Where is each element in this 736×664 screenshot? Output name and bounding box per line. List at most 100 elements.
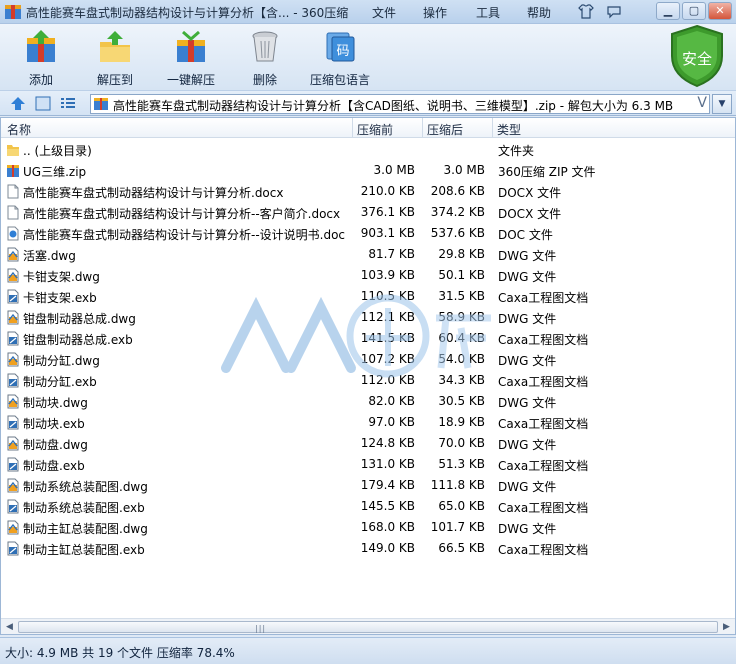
file-row[interactable]: 钳盘制动器总成.exb 141.5 KB 60.4 KB Caxa工程图文档 bbox=[1, 328, 735, 349]
file-compressed-size: 374.2 KB bbox=[430, 205, 485, 219]
doc-file-icon bbox=[7, 205, 19, 220]
file-size: 179.4 KB bbox=[360, 478, 415, 492]
exb-file-icon bbox=[7, 289, 19, 304]
file-row[interactable]: 活塞.dwg 81.7 KB 29.8 KB DWG 文件 bbox=[1, 244, 735, 265]
file-type: 360压缩 ZIP 文件 bbox=[498, 165, 596, 179]
exb-file-icon bbox=[7, 499, 19, 514]
extract-to-button[interactable]: 解压到 bbox=[79, 30, 151, 88]
column-name[interactable]: 名称 bbox=[7, 121, 31, 138]
file-name: 制动系统总装配图.exb bbox=[23, 501, 145, 515]
exb-file-icon bbox=[7, 541, 19, 556]
file-type: Caxa工程图文档 bbox=[498, 417, 589, 431]
file-row[interactable]: 钳盘制动器总成.dwg 112.1 KB 58.9 KB DWG 文件 bbox=[1, 307, 735, 328]
path-menu-button[interactable]: ▼ bbox=[712, 94, 732, 114]
title-bar: 高性能赛车盘式制动器结构设计与计算分析【含... - 360压缩 文件 操作 工… bbox=[0, 0, 736, 24]
one-click-extract-label: 一键解压 bbox=[166, 73, 215, 87]
zip-file-icon bbox=[7, 165, 19, 177]
menu-file[interactable]: 文件 bbox=[372, 4, 396, 21]
path-dropdown-icon[interactable]: V bbox=[697, 95, 707, 111]
exb-file-icon bbox=[7, 457, 19, 472]
file-row[interactable]: 制动系统总装配图.dwg 179.4 KB 111.8 KB DWG 文件 bbox=[1, 475, 735, 496]
file-compressed-size: 101.7 KB bbox=[430, 520, 485, 534]
menu-help[interactable]: 帮助 bbox=[527, 4, 551, 21]
file-compressed-size: 70.0 KB bbox=[438, 436, 485, 450]
file-name: 制动分缸.exb bbox=[23, 375, 97, 389]
file-compressed-size: 3.0 MB bbox=[443, 163, 485, 177]
exb-file-icon bbox=[7, 373, 19, 388]
menu-operation[interactable]: 操作 bbox=[423, 4, 447, 21]
file-type: DOCX 文件 bbox=[498, 186, 562, 200]
file-size: 112.1 KB bbox=[360, 310, 415, 324]
column-size[interactable]: 压缩前 bbox=[357, 121, 393, 138]
file-row[interactable]: 制动系统总装配图.exb 145.5 KB 65.0 KB Caxa工程图文档 bbox=[1, 496, 735, 517]
file-row[interactable]: 高性能赛车盘式制动器结构设计与计算分析--设计说明书.doc 903.1 KB 53… bbox=[1, 223, 735, 244]
file-row[interactable]: 制动主缸总装配图.exb 149.0 KB 66.5 KB Caxa工程图文档 bbox=[1, 538, 735, 559]
file-name: 高性能赛车盘式制动器结构设计与计算分析--设计说明书.doc bbox=[23, 228, 346, 242]
scroll-right-icon[interactable]: ▶ bbox=[718, 619, 735, 634]
file-row[interactable]: .. (上级目录) 文件夹 bbox=[1, 139, 735, 160]
file-row[interactable]: 卡钳支架.dwg 103.9 KB 50.1 KB DWG 文件 bbox=[1, 265, 735, 286]
status-text: 大小: 4.9 MB 共 19 个文件 压缩率 78.4% bbox=[5, 646, 235, 660]
file-name: .. (上级目录) bbox=[23, 144, 92, 158]
up-arrow-icon[interactable] bbox=[10, 96, 26, 111]
path-field[interactable]: 高性能赛车盘式制动器结构设计与计算分析【含CAD图纸、说明书、三维模型】.zip… bbox=[90, 94, 710, 114]
file-size: 124.8 KB bbox=[360, 436, 415, 450]
minimize-button[interactable]: ▁ bbox=[656, 2, 680, 20]
file-type: DWG 文件 bbox=[498, 522, 557, 536]
file-row[interactable]: 高性能赛车盘式制动器结构设计与计算分析--客户简介.docx 376.1 KB 37… bbox=[1, 202, 735, 223]
feedback-icon[interactable] bbox=[606, 5, 622, 19]
file-name: 制动主缸总装配图.dwg bbox=[23, 522, 148, 536]
scroll-left-icon[interactable]: ◀ bbox=[1, 619, 18, 634]
trash-icon bbox=[252, 31, 278, 62]
file-name: 卡钳支架.exb bbox=[23, 291, 97, 305]
file-name: 制动块.exb bbox=[23, 417, 85, 431]
file-row[interactable]: 制动盘.exb 131.0 KB 51.3 KB Caxa工程图文档 bbox=[1, 454, 735, 475]
add-button[interactable]: 添加 bbox=[5, 30, 77, 88]
file-size: 112.0 KB bbox=[360, 373, 415, 387]
encoding-glyph: 码 bbox=[336, 44, 349, 59]
restore-button[interactable]: ▢ bbox=[682, 2, 706, 20]
file-name: 制动系统总装配图.dwg bbox=[23, 480, 148, 494]
file-name: 制动分缸.dwg bbox=[23, 354, 100, 368]
file-type: DWG 文件 bbox=[498, 438, 557, 452]
file-compressed-size: 111.8 KB bbox=[430, 478, 485, 492]
docblue-file-icon bbox=[7, 226, 19, 241]
one-click-extract-button[interactable]: 一键解压 bbox=[155, 30, 227, 88]
file-row[interactable]: 卡钳支架.exb 110.5 KB 31.5 KB Caxa工程图文档 bbox=[1, 286, 735, 307]
skin-shirt-icon[interactable] bbox=[578, 4, 594, 19]
file-name: 制动盘.exb bbox=[23, 459, 85, 473]
file-name: 钳盘制动器总成.dwg bbox=[23, 312, 136, 326]
file-row[interactable]: 高性能赛车盘式制动器结构设计与计算分析.docx 210.0 KB 208.6 KB… bbox=[1, 181, 735, 202]
file-row[interactable]: 制动块.exb 97.0 KB 18.9 KB Caxa工程图文档 bbox=[1, 412, 735, 433]
file-row[interactable]: 制动盘.dwg 124.8 KB 70.0 KB DWG 文件 bbox=[1, 433, 735, 454]
file-row[interactable]: 制动分缸.exb 112.0 KB 34.3 KB Caxa工程图文档 bbox=[1, 370, 735, 391]
file-size: 110.5 KB bbox=[360, 289, 415, 303]
file-row[interactable]: UG三维.zip 3.0 MB 3.0 MB 360压缩 ZIP 文件 bbox=[1, 160, 735, 181]
file-compressed-size: 18.9 KB bbox=[438, 415, 485, 429]
column-type[interactable]: 类型 bbox=[497, 121, 521, 138]
scroll-thumb[interactable]: ||| bbox=[18, 621, 718, 633]
file-row[interactable]: 制动块.dwg 82.0 KB 30.5 KB DWG 文件 bbox=[1, 391, 735, 412]
status-bar: 大小: 4.9 MB 共 19 个文件 压缩率 78.4% bbox=[0, 637, 736, 664]
file-row[interactable]: 制动主缸总装配图.dwg 168.0 KB 101.7 KB DWG 文件 bbox=[1, 517, 735, 538]
dwg-file-icon bbox=[7, 268, 19, 283]
view-large-icon[interactable] bbox=[35, 96, 51, 111]
horizontal-scrollbar[interactable]: ◀ ||| ▶ bbox=[1, 618, 735, 634]
file-type: DWG 文件 bbox=[498, 312, 557, 326]
close-button[interactable]: ✕ bbox=[708, 2, 732, 20]
address-bar: 高性能赛车盘式制动器结构设计与计算分析【含CAD图纸、说明书、三维模型】.zip… bbox=[0, 90, 736, 116]
security-shield-icon[interactable]: 安全 bbox=[668, 24, 726, 88]
exb-file-icon bbox=[7, 331, 19, 346]
file-size: 107.2 KB bbox=[360, 352, 415, 366]
view-list-icon[interactable] bbox=[60, 96, 76, 111]
menu-tools[interactable]: 工具 bbox=[476, 4, 500, 21]
file-name: 制动块.dwg bbox=[23, 396, 88, 410]
delete-button[interactable]: 删除 bbox=[229, 30, 301, 88]
file-type: 文件夹 bbox=[498, 144, 535, 158]
file-type: DWG 文件 bbox=[498, 396, 557, 410]
column-compressed[interactable]: 压缩后 bbox=[427, 121, 463, 138]
dwg-file-icon bbox=[7, 247, 19, 262]
file-name: 制动盘.dwg bbox=[23, 438, 88, 452]
archive-language-button[interactable]: 码 压缩包语言 bbox=[304, 30, 376, 88]
file-row[interactable]: 制动分缸.dwg 107.2 KB 54.0 KB DWG 文件 bbox=[1, 349, 735, 370]
